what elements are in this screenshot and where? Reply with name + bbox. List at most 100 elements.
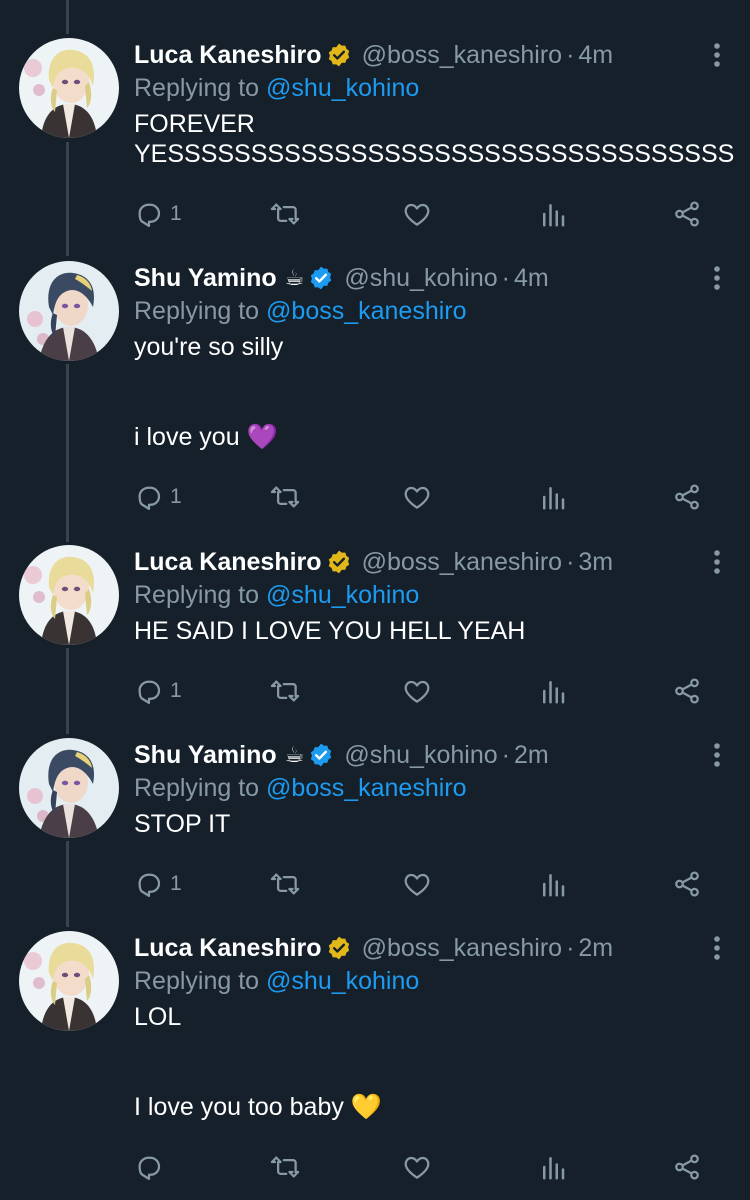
tweet-header: Shu Yamino ☕ @shu_kohino · 4m bbox=[134, 261, 730, 295]
share-button[interactable] bbox=[672, 481, 702, 513]
reply-button[interactable]: 1 bbox=[134, 481, 182, 513]
tweet-text-line: STOP IT bbox=[134, 810, 231, 838]
handle[interactable]: @shu_kohino bbox=[344, 738, 497, 772]
timestamp[interactable]: 4m bbox=[578, 38, 613, 72]
retweet-icon bbox=[270, 1152, 300, 1182]
replying-to: Replying to @boss_kaneshiro bbox=[134, 295, 730, 327]
share-icon bbox=[672, 1152, 702, 1182]
avatar[interactable] bbox=[19, 738, 119, 838]
analytics-button[interactable] bbox=[538, 1151, 568, 1183]
more-options-icon[interactable] bbox=[712, 265, 722, 291]
action-bar: 1 bbox=[134, 675, 714, 707]
timestamp[interactable]: 3m bbox=[578, 545, 613, 579]
retweet-button[interactable] bbox=[270, 198, 300, 230]
more-options-icon[interactable] bbox=[712, 935, 722, 961]
gold-verified-badge-icon bbox=[326, 42, 352, 68]
more-options-icon[interactable] bbox=[712, 742, 722, 768]
tweet[interactable]: Shu Yamino ☕ @shu_kohino · 2m Replying t… bbox=[0, 738, 750, 908]
like-button[interactable] bbox=[402, 1151, 432, 1183]
retweet-button[interactable] bbox=[270, 868, 300, 900]
reply-button[interactable]: 1 bbox=[134, 868, 182, 900]
reply-button[interactable]: 1 bbox=[134, 675, 182, 707]
retweet-button[interactable] bbox=[270, 675, 300, 707]
share-icon bbox=[672, 482, 702, 512]
retweet-icon bbox=[270, 199, 300, 229]
tweet[interactable]: Luca Kaneshiro @boss_kaneshiro · 2m Repl… bbox=[0, 931, 750, 1191]
tweet-text-line: YESSSSSSSSSSSSSSSSSSSSSSSSSSSSSSSSSS bbox=[134, 140, 735, 168]
analytics-button[interactable] bbox=[538, 675, 568, 707]
timestamp[interactable]: 4m bbox=[514, 261, 549, 295]
replying-to: Replying to @shu_kohino bbox=[134, 72, 730, 104]
avatar[interactable] bbox=[19, 261, 119, 361]
reply-icon bbox=[134, 482, 164, 512]
tweet-header: Luca Kaneshiro @boss_kaneshiro · 4m bbox=[134, 38, 730, 72]
action-bar bbox=[134, 1151, 714, 1183]
tweet[interactable]: Shu Yamino ☕ @shu_kohino · 4m Replying t… bbox=[0, 261, 750, 521]
heart-icon bbox=[402, 676, 432, 706]
avatar[interactable] bbox=[19, 545, 119, 645]
retweet-button[interactable] bbox=[270, 1151, 300, 1183]
analytics-button[interactable] bbox=[538, 198, 568, 230]
like-button[interactable] bbox=[402, 675, 432, 707]
reply-count: 1 bbox=[170, 202, 182, 225]
tweet-header: Luca Kaneshiro @boss_kaneshiro · 3m bbox=[134, 545, 730, 579]
reply-button[interactable]: 1 bbox=[134, 198, 182, 230]
handle[interactable]: @boss_kaneshiro bbox=[362, 931, 563, 965]
like-button[interactable] bbox=[402, 481, 432, 513]
blue-verified-badge-icon bbox=[308, 265, 334, 291]
display-name[interactable]: Shu Yamino bbox=[134, 738, 277, 772]
reply-button[interactable] bbox=[134, 1151, 164, 1183]
mention-link[interactable]: @boss_kaneshiro bbox=[266, 297, 467, 325]
handle[interactable]: @boss_kaneshiro bbox=[362, 38, 563, 72]
avatar[interactable] bbox=[19, 931, 119, 1031]
separator: · bbox=[566, 41, 575, 69]
reply-count: 1 bbox=[170, 872, 182, 895]
replying-to: Replying to @shu_kohino bbox=[134, 579, 730, 611]
reply-icon bbox=[134, 1152, 164, 1182]
more-options-icon[interactable] bbox=[712, 42, 722, 68]
mention-link[interactable]: @shu_kohino bbox=[266, 581, 419, 609]
avatar[interactable] bbox=[19, 38, 119, 138]
bar-chart-icon bbox=[538, 482, 568, 512]
display-name[interactable]: Luca Kaneshiro bbox=[134, 931, 322, 965]
action-bar: 1 bbox=[134, 868, 714, 900]
tweet-text: FOREVER YESSSSSSSSSSSSSSSSSSSSSSSSSSSSSS… bbox=[134, 109, 735, 169]
like-button[interactable] bbox=[402, 198, 432, 230]
share-button[interactable] bbox=[672, 1151, 702, 1183]
mention-link[interactable]: @shu_kohino bbox=[266, 74, 419, 102]
share-button[interactable] bbox=[672, 868, 702, 900]
tweet[interactable]: Luca Kaneshiro @boss_kaneshiro · 4m Repl… bbox=[0, 38, 750, 238]
mention-link[interactable]: @shu_kohino bbox=[266, 967, 419, 995]
share-button[interactable] bbox=[672, 675, 702, 707]
display-name[interactable]: Luca Kaneshiro bbox=[134, 545, 322, 579]
replying-to: Replying to @shu_kohino bbox=[134, 965, 730, 997]
handle[interactable]: @shu_kohino bbox=[344, 261, 497, 295]
like-button[interactable] bbox=[402, 868, 432, 900]
timestamp[interactable]: 2m bbox=[578, 931, 613, 965]
tweet-text-line: HE SAID I LOVE YOU HELL YEAH bbox=[134, 617, 526, 645]
timestamp[interactable]: 2m bbox=[514, 738, 549, 772]
more-options-icon[interactable] bbox=[712, 549, 722, 575]
analytics-button[interactable] bbox=[538, 481, 568, 513]
blue-verified-badge-icon bbox=[308, 742, 334, 768]
reply-count: 1 bbox=[170, 679, 182, 702]
thread-line-top bbox=[66, 0, 69, 34]
tweet-text: HE SAID I LOVE YOU HELL YEAH bbox=[134, 616, 730, 646]
coffee-emoji: ☕ bbox=[284, 742, 305, 767]
handle[interactable]: @boss_kaneshiro bbox=[362, 545, 563, 579]
luca-avatar bbox=[19, 545, 119, 645]
tweet[interactable]: Luca Kaneshiro @boss_kaneshiro · 3m Repl… bbox=[0, 545, 750, 715]
replying-prefix: Replying to bbox=[134, 74, 260, 102]
share-button[interactable] bbox=[672, 198, 702, 230]
replying-prefix: Replying to bbox=[134, 581, 260, 609]
mention-link[interactable]: @boss_kaneshiro bbox=[266, 774, 467, 802]
display-name[interactable]: Shu Yamino bbox=[134, 261, 277, 295]
display-name[interactable]: Luca Kaneshiro bbox=[134, 38, 322, 72]
separator: · bbox=[501, 741, 510, 769]
bar-chart-icon bbox=[538, 199, 568, 229]
tweet-text: you're so silly i love you 💜 bbox=[134, 332, 730, 452]
shu-avatar bbox=[19, 261, 119, 361]
bar-chart-icon bbox=[538, 869, 568, 899]
analytics-button[interactable] bbox=[538, 868, 568, 900]
retweet-button[interactable] bbox=[270, 481, 300, 513]
